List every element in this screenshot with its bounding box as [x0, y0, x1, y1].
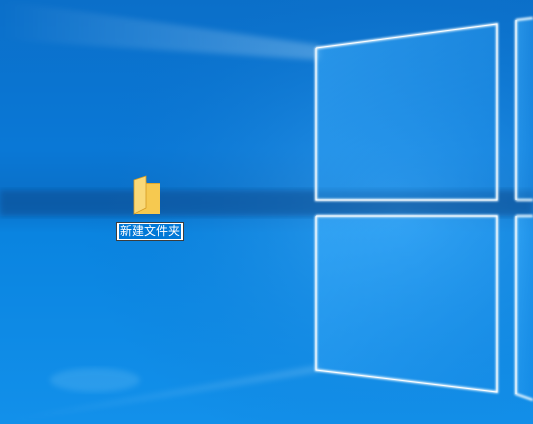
rename-field[interactable]: 新建文件夹	[116, 222, 185, 241]
desktop-icon-new-folder[interactable]: 新建文件夹	[114, 172, 186, 244]
folder-name-selection: 新建文件夹	[119, 224, 182, 239]
wallpaper	[0, 0, 533, 424]
folder-icon	[130, 174, 170, 216]
desktop[interactable]: 新建文件夹	[0, 0, 533, 424]
